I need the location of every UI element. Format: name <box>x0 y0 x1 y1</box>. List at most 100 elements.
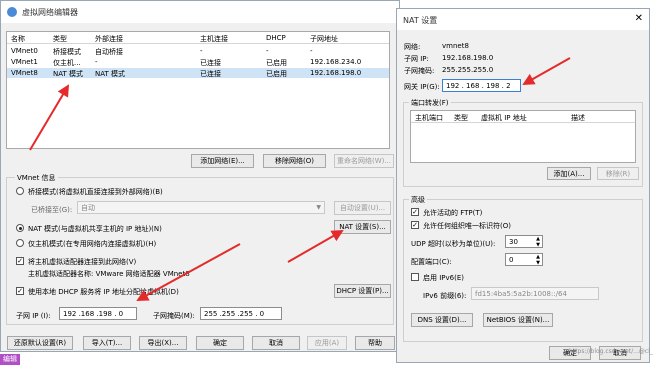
ipv6-prefix-field[interactable]: fd15:4ba5:5a2b:1008::/64 <box>471 287 599 300</box>
ipv6-prefix-value: fd15:4ba5:5a2b:1008::/64 <box>475 289 567 298</box>
config-port-field[interactable]: 0 ▲ ▼ <box>505 253 543 266</box>
subnet-ip-value: 192 .168 .198 . 0 <box>63 309 124 318</box>
close-icon[interactable]: ✕ <box>635 13 643 24</box>
host-only-label[interactable]: 仅主机模式(在专用网络内连接虚拟机)(H) <box>28 239 156 249</box>
export-button[interactable]: 导出(X)... <box>139 336 187 350</box>
advanced-label: 高级 <box>409 195 427 205</box>
subnet-mask-value: 255 .255 .255 . 0 <box>204 309 265 318</box>
connect-adapter-checkbox[interactable]: ✓ <box>16 257 24 265</box>
table-header: 主机端口 类型 虚拟机 IP 地址 描述 <box>411 111 635 123</box>
col-type[interactable]: 类型 <box>454 113 468 123</box>
gateway-ip-field[interactable]: 192 . 168 . 198 . 2 <box>442 79 521 92</box>
subnet-mask-field[interactable]: 255 .255 .255 . 0 <box>200 307 282 320</box>
restore-defaults-button[interactable]: 还原默认设置(R) <box>7 336 73 350</box>
bridged-to-select[interactable]: 自动 ▼ <box>77 201 325 214</box>
cell: 192.168.234.0 <box>310 58 362 66</box>
cell: - <box>266 47 269 55</box>
cell: VMnet0 <box>11 47 38 55</box>
col-vm-ip[interactable]: 虚拟机 IP 地址 <box>481 113 527 123</box>
col-external[interactable]: 外部连接 <box>95 34 123 44</box>
col-host[interactable]: 主机连接 <box>200 34 228 44</box>
table-row[interactable]: VMnet0 桥接模式 自动桥接 - - - <box>7 46 389 56</box>
cell: - <box>310 47 313 55</box>
cell: 仅主机... <box>53 59 81 67</box>
network-table[interactable]: 名称 类型 外部连接 主机连接 DHCP 子网地址 VMnet0 桥接模式 自动… <box>6 31 390 149</box>
cancel-button[interactable]: 取消 <box>252 336 300 350</box>
nat-subnet-mask-label: 子网掩码: <box>404 67 435 75</box>
network-value: vmnet8 <box>442 42 469 50</box>
bridge-mode-label[interactable]: 桥接模式(将虚拟机直接连接到外部网络)(B) <box>28 187 163 197</box>
col-type[interactable]: 类型 <box>53 34 67 44</box>
app-icon <box>7 7 17 17</box>
port-forwarding-label: 端口转发(F) <box>409 98 451 108</box>
netbios-settings-button[interactable]: NetBIOS 设置(N)... <box>483 313 553 327</box>
corner-tag: 编辑 <box>0 354 20 365</box>
cell: 桥接模式 <box>53 48 81 56</box>
col-dhcp[interactable]: DHCP <box>266 34 286 42</box>
nat-settings-button[interactable]: NAT 设置(S)... <box>334 220 391 234</box>
connect-adapter-label[interactable]: 将主机虚拟适配器连接到此网络(V) <box>28 257 136 267</box>
apply-button[interactable]: 应用(A) <box>307 336 347 350</box>
col-host-port[interactable]: 主机端口 <box>415 113 443 123</box>
enable-ipv6-label[interactable]: 启用 IPv6(E) <box>423 273 464 283</box>
add-network-button[interactable]: 添加网络(E)... <box>191 154 254 168</box>
cell: 已连接 <box>200 59 221 67</box>
port-forwarding-table[interactable]: 主机端口 类型 虚拟机 IP 地址 描述 <box>410 110 636 163</box>
col-name[interactable]: 名称 <box>11 34 25 44</box>
title-bar: 虚拟网络编辑器 <box>1 1 399 23</box>
ok-button[interactable]: 确定 <box>196 336 244 350</box>
cell: VMnet8 <box>11 69 38 77</box>
bridged-to-value: 自动 <box>81 203 95 212</box>
gateway-ip-label: 网关 IP(G): <box>404 83 440 91</box>
any-oui-checkbox[interactable]: ✓ <box>411 221 419 229</box>
subnet-ip-label: 子网 IP (I): <box>16 312 51 320</box>
use-dhcp-checkbox[interactable]: ✓ <box>16 287 24 295</box>
bridge-mode-radio[interactable] <box>16 187 24 195</box>
dns-settings-button[interactable]: DNS 设置(D)... <box>411 313 473 327</box>
adapter-name-text: 主机虚拟适配器名称: VMware 网络适配器 VMnet8 <box>28 270 190 278</box>
subnet-ip-field[interactable]: 192 .168 .198 . 0 <box>59 307 137 320</box>
subnet-mask-label: 子网掩码(M): <box>153 312 195 320</box>
remove-network-button[interactable]: 移除网络(O) <box>263 154 326 168</box>
cell: VMnet1 <box>11 58 38 66</box>
cell: 已启用 <box>266 70 287 78</box>
dhcp-settings-button[interactable]: DHCP 设置(P)... <box>334 284 391 298</box>
active-ftp-checkbox[interactable]: ✓ <box>411 208 419 216</box>
import-button[interactable]: 导入(T)... <box>83 336 131 350</box>
cell: 自动桥接 <box>95 48 123 56</box>
rename-network-button[interactable]: 重命名网络(W)... <box>334 154 394 168</box>
config-port-value: 0 <box>509 255 514 264</box>
table-row-selected[interactable]: VMnet8 NAT 模式 NAT 模式 已连接 已启用 192.168.198… <box>7 68 389 78</box>
host-only-radio[interactable] <box>16 239 24 247</box>
cell: NAT 模式 <box>53 70 83 78</box>
enable-ipv6-checkbox[interactable] <box>411 273 419 281</box>
udp-timeout-label: UDP 超时(以秒为单位)(U): <box>411 240 496 248</box>
spinner-icon[interactable]: ▲ ▼ <box>536 254 540 266</box>
use-dhcp-label[interactable]: 使用本地 DHCP 服务将 IP 地址分配给虚拟机(D) <box>28 287 179 297</box>
active-ftp-label[interactable]: 允许活动的 FTP(T) <box>423 208 482 218</box>
auto-settings-button[interactable]: 自动设置(U)... <box>334 201 391 215</box>
nat-mode-label[interactable]: NAT 模式(与虚拟机共享主机的 IP 地址)(N) <box>28 224 162 234</box>
remove-port-button[interactable]: 移除(R) <box>597 167 639 180</box>
bridged-to-label: 已桥接至(G): <box>31 206 73 214</box>
add-port-button[interactable]: 添加(A)... <box>547 167 591 180</box>
window-title: NAT 设置 <box>403 16 438 25</box>
vmnet-info-label: VMnet 信息 <box>15 173 58 183</box>
col-desc[interactable]: 描述 <box>571 113 585 123</box>
vmnet-info-group <box>6 177 394 325</box>
table-row[interactable]: VMnet1 仅主机... - 已连接 已启用 192.168.234.0 <box>7 57 389 67</box>
cell: 已连接 <box>200 70 221 78</box>
nat-subnet-ip-label: 子网 IP: <box>404 55 429 63</box>
config-port-label: 配置端口(C): <box>411 258 452 266</box>
chevron-down-icon: ▼ <box>316 204 321 211</box>
udp-timeout-field[interactable]: 30 ▲ ▼ <box>505 235 543 248</box>
title-bar: NAT 设置 ✕ <box>397 9 649 30</box>
col-subnet[interactable]: 子网地址 <box>310 34 338 44</box>
nat-mode-radio[interactable] <box>16 224 24 232</box>
any-oui-label[interactable]: 允许任何组织唯一标识符(O) <box>423 221 511 231</box>
spinner-icon[interactable]: ▲ ▼ <box>536 236 540 248</box>
help-button[interactable]: 帮助 <box>355 336 395 350</box>
table-header: 名称 类型 外部连接 主机连接 DHCP 子网地址 <box>7 32 389 44</box>
network-label: 网络: <box>404 43 421 51</box>
cell: 已启用 <box>266 59 287 67</box>
